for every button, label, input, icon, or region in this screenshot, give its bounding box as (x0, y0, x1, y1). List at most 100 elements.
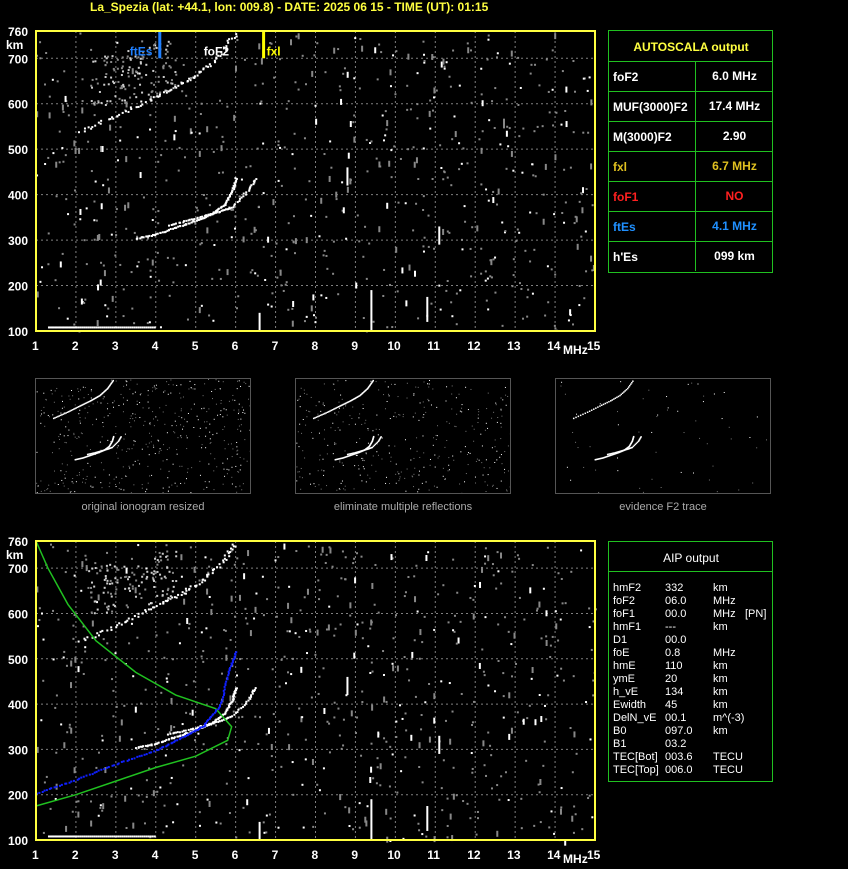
es-trace-point (121, 835, 124, 838)
thumb-noise (58, 438, 60, 440)
thumb-noise (151, 435, 153, 437)
noise-dot (575, 752, 578, 755)
noise-dot (328, 546, 331, 549)
thumb-noise (219, 388, 221, 390)
noise-dot (91, 620, 94, 627)
thumb-trace (608, 400, 610, 403)
thumb-noise (152, 387, 154, 389)
noise-dot (507, 799, 510, 802)
aip-blue-point (78, 777, 81, 780)
autoscala-key: fxl (613, 160, 628, 174)
thumb-noise (40, 480, 42, 482)
thumb-noise (225, 409, 227, 411)
aip-blue-point (233, 655, 236, 658)
thumb-noise (153, 385, 155, 387)
thumb-noise (394, 412, 396, 414)
thumb-noise (211, 390, 213, 392)
noise-dot (208, 565, 211, 568)
noise-dot (215, 821, 218, 824)
aip-unit: m^(-3) (713, 712, 745, 724)
noise-dot (320, 553, 323, 556)
thumb-noise (54, 482, 56, 484)
thumb-noise (164, 390, 166, 392)
noise-dot (403, 656, 406, 659)
thumb-noise (706, 443, 708, 445)
spread-point (123, 565, 126, 568)
aip-unit: km (713, 621, 728, 633)
noise-dot (358, 802, 361, 805)
thumb-noise (477, 414, 479, 416)
noise-dot (491, 563, 494, 566)
autoscala-key: MUF(3000)F2 (613, 100, 688, 114)
thumb-noise (36, 451, 38, 453)
aip-unit: TECU (713, 751, 743, 763)
thumb-noise (75, 481, 77, 483)
f2-multiple-point (201, 581, 204, 584)
thumb-trace (46, 493, 48, 494)
autoscala-key: foF1 (613, 190, 639, 204)
noise-dot (564, 602, 567, 605)
aip-blue-point (224, 682, 227, 685)
thumb-noise (60, 412, 62, 414)
f2-trace-o-point (146, 744, 149, 747)
thumb-noise (383, 394, 385, 396)
f2-multiple-point (201, 578, 204, 581)
noise-dot (507, 630, 510, 633)
thumb-noise (560, 385, 562, 387)
thumb-trace (47, 493, 49, 494)
thumb-trace (339, 493, 341, 494)
thumb-noise (113, 478, 115, 480)
noise-dot (242, 806, 245, 809)
thumb-noise (129, 467, 131, 469)
aip-unit: MHz (713, 595, 736, 607)
noise-dot (170, 697, 173, 704)
thumb-noise (377, 454, 379, 456)
x-tick-label: 12 (467, 848, 481, 862)
spread-point (89, 591, 92, 594)
aip-key: DelN_vE (613, 712, 657, 724)
x-tick-label: 4 (152, 848, 159, 862)
noise-dot (65, 825, 68, 832)
aip-key: foE (613, 647, 630, 659)
thumb-noise (248, 385, 250, 387)
spread-point (165, 555, 168, 558)
noise-dot (557, 639, 560, 642)
spread-point (126, 606, 129, 609)
thumb-noise (84, 417, 86, 419)
noise-dot (143, 748, 146, 751)
thumb-noise (322, 403, 324, 405)
thumb-noise (428, 386, 430, 388)
thumb-noise (367, 442, 369, 444)
f2-multiple-point (133, 615, 136, 618)
thumb-trace (582, 413, 584, 416)
thumb-noise (77, 388, 79, 390)
thumb-noise (120, 488, 122, 490)
thumb-trace (62, 413, 65, 415)
aip-key: TEC[Top] (613, 764, 659, 776)
autoscala-row: foF1 NO (609, 181, 773, 211)
thumb-noise (356, 441, 358, 443)
noise-dot (38, 607, 41, 610)
thumb-noise (44, 425, 46, 427)
aip-blue-point (162, 745, 165, 748)
thumb-noise (500, 408, 502, 410)
thumb-noise (418, 470, 420, 472)
noise-dot (543, 704, 546, 707)
noise-dot (375, 782, 378, 785)
thumb-noise (188, 388, 190, 390)
thumb-trace (61, 413, 63, 416)
noise-dot (229, 695, 232, 702)
thumb-trace (311, 493, 313, 494)
noise-dot (144, 688, 147, 691)
thumb-noise (365, 419, 367, 421)
thumb-noise (504, 472, 506, 474)
noise-dot (271, 668, 274, 671)
f2-multiple-point (222, 559, 225, 562)
thumb-noise (128, 465, 130, 467)
aip-blue-point (223, 688, 226, 691)
thumb-noise (218, 380, 220, 382)
thumb-noise (64, 474, 66, 476)
spread-point (137, 565, 140, 568)
thumb-noise (108, 474, 110, 476)
noise-dot (324, 561, 327, 564)
